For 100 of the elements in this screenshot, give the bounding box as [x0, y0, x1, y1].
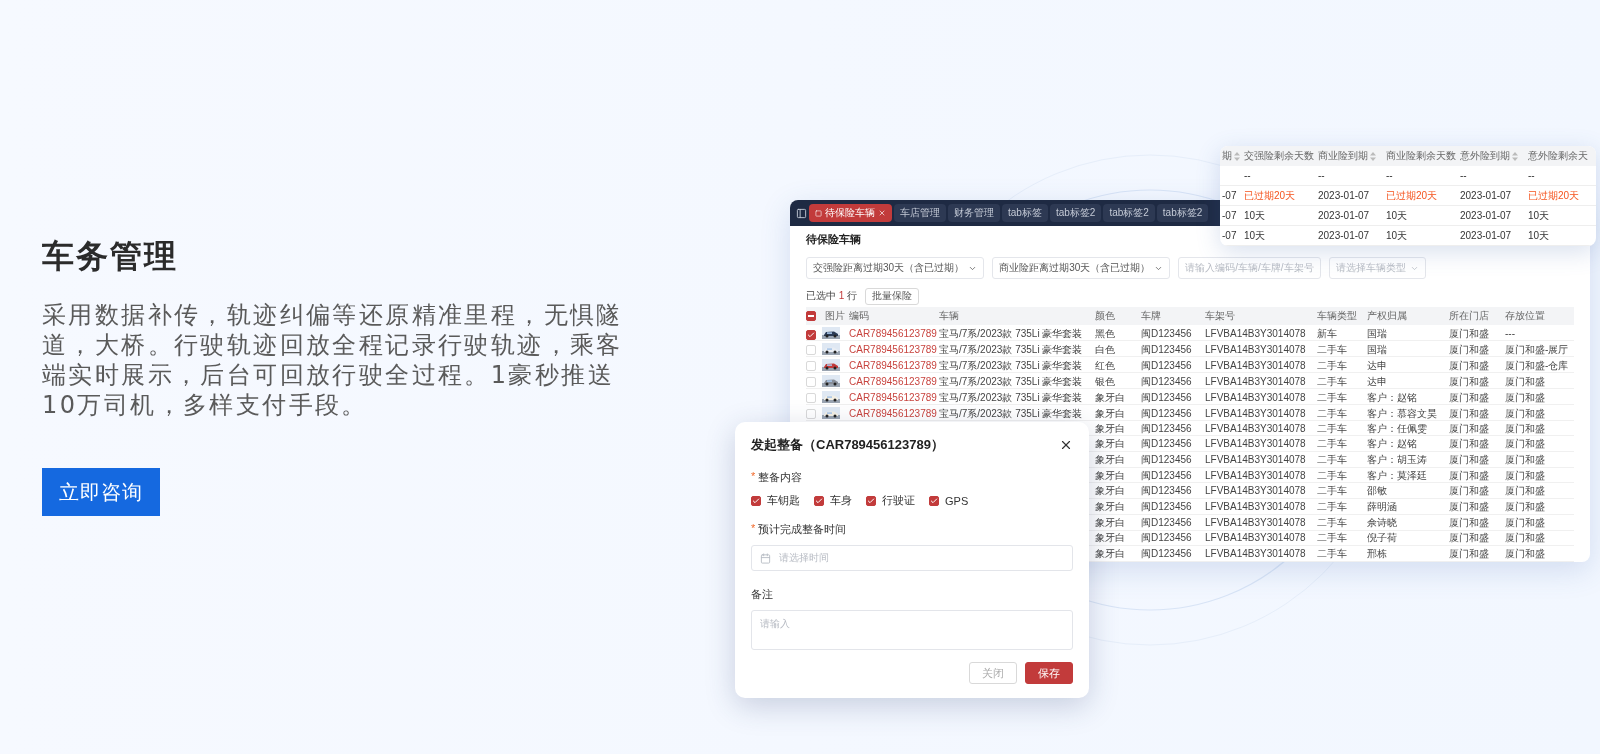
column-header: 交强险剩余天数 [1243, 149, 1315, 163]
table-cell-text: 闽D123456 [1140, 452, 1193, 466]
sort-icon[interactable] [1234, 151, 1240, 161]
table-cell-text: 厦门和盛 [1504, 421, 1546, 435]
table-cell-text: 象牙白 [1094, 500, 1126, 513]
tab[interactable]: 车店管理 [894, 204, 946, 222]
table-cell-text: 厦门和盛 [1448, 327, 1490, 341]
select-all-checkbox[interactable] [806, 310, 816, 321]
checkbox[interactable] [866, 495, 876, 506]
table-cell-text: 象牙白 [1094, 531, 1126, 545]
tab[interactable]: tab标签2 [1103, 204, 1155, 222]
column-header: 期 [1220, 149, 1242, 163]
table-cell-text: 象牙白 [1094, 437, 1126, 451]
checkbox-option[interactable]: 行驶证 [866, 493, 915, 508]
tab[interactable]: 待保险车辆 [809, 204, 892, 222]
table-cell-text: 10天 [1243, 228, 1267, 243]
table-cell-text: 二手车 [1316, 421, 1348, 435]
table-cell-text: 邵敏 [1366, 484, 1388, 498]
close-icon[interactable] [1059, 438, 1073, 452]
column-header: 意外险剩余天 [1527, 149, 1589, 163]
table-cell-text: 白色 [1094, 343, 1116, 357]
table-cell-text: 厦门和盛 [1448, 421, 1490, 435]
tab[interactable]: 财务管理 [948, 204, 1000, 222]
table-cell-text: 厦门和盛 [1448, 437, 1490, 451]
table-cell-text: 二手车 [1316, 500, 1348, 513]
table-cell-text: 客户：莫泽廷 [1366, 468, 1428, 482]
table-cell-text: LFVBA14B3Y3014078 [1204, 515, 1307, 529]
table-cell-text: 闽D123456 [1140, 437, 1193, 451]
table-cell-text: 象牙白 [1094, 452, 1126, 466]
tab[interactable]: tab标签 [1002, 204, 1048, 222]
hero-description: 采用数据补传，轨迹纠偏等还原精准里程，无惧隧道，大桥。行驶轨迹回放全程记录行驶轨迹，乘客端实时展示，后台可回放行驶全过程。1豪秒推送10万司机，多样支付手段。 [42, 300, 624, 420]
table-cell-text: 厦门和盛 [1504, 407, 1546, 421]
checkbox-option[interactable]: GPS [929, 493, 969, 508]
table-cell-text: 闽D123456 [1140, 515, 1193, 529]
menu-icon[interactable] [796, 207, 807, 219]
table-cell-text: 宝马/7系/2023款 735Li 豪华套装 [938, 343, 1084, 357]
table-cell-text: -- [1385, 170, 1394, 181]
checkbox-option[interactable]: 车身 [814, 493, 852, 508]
table-cell-text: 国瑞 [1366, 343, 1388, 357]
sort-icon[interactable] [1512, 151, 1518, 161]
table-cell-text: 厦门和盛 [1504, 515, 1546, 529]
table-cell-text: 厦门和盛 [1448, 452, 1490, 466]
table-cell-text: LFVBA14B3Y3014078 [1204, 452, 1307, 466]
column-header: 车牌 [1140, 308, 1162, 323]
table-cell-text: 二手车 [1316, 375, 1348, 389]
table-cell-text: 新车 [1316, 327, 1338, 341]
checkbox[interactable] [751, 495, 761, 506]
table-cell-text: LFVBA14B3Y3014078 [1204, 437, 1307, 451]
sort-icon[interactable] [1370, 151, 1376, 161]
table-cell-text: 厦门和盛 [1448, 391, 1490, 405]
table-cell-text: 厦门和盛 [1504, 547, 1546, 561]
row-checkbox[interactable] [806, 329, 816, 340]
table-cell-text: 二手车 [1316, 452, 1348, 466]
select-field[interactable]: 商业险距离过期30天（含已过期） [992, 257, 1171, 280]
table-cell-text: 邢栋 [1366, 547, 1388, 561]
table-cell-text: 闽D123456 [1140, 359, 1193, 373]
checkbox[interactable] [929, 495, 939, 506]
table-cell-text: 倪子荷 [1366, 531, 1398, 545]
table-cell-text: 二手车 [1316, 343, 1348, 357]
table-cell-text: 厦门和盛 [1448, 375, 1490, 389]
table-cell-text: 厦门和盛 [1448, 407, 1490, 421]
table-cell-text: 2023-01-07 [1317, 190, 1371, 201]
checkbox-option[interactable]: 车钥匙 [751, 493, 800, 508]
table-cell-text: LFVBA14B3Y3014078 [1204, 359, 1307, 373]
table-cell-text: 厦门和盛 [1504, 452, 1546, 466]
table-cell-text: --- [1504, 327, 1516, 341]
table-cell-text: -- [1243, 170, 1252, 181]
save-button[interactable]: 保存 [1025, 662, 1073, 684]
table-cell-text: CAR789456123789 [848, 343, 936, 357]
table-cell-text: 厦门和盛 [1448, 500, 1490, 513]
table-cell-text: 已过期20天 [1385, 188, 1439, 203]
table-cell-text: 宝马/7系/2023款 735Li 豪华套装 [938, 407, 1084, 421]
table-cell-text: CAR789456123789 [848, 391, 936, 405]
table-cell-text: 闽D123456 [1140, 375, 1193, 389]
tab[interactable]: tab标签2 [1049, 204, 1102, 222]
table-cell-text: 2023-01-07 [1459, 210, 1513, 221]
table-cell-text: LFVBA14B3Y3014078 [1204, 375, 1307, 389]
select-field[interactable]: 交强险距离过期30天（含已过期） [806, 257, 985, 280]
table-cell-text: 厦门和盛 [1504, 468, 1546, 482]
table-cell-text: -- [1527, 170, 1536, 181]
table-cell-text: 宝马/7系/2023款 735Li 豪华套装 [938, 391, 1084, 405]
table-cell-text: 厦门和盛-仓库 [1504, 359, 1570, 373]
consult-button[interactable]: 立即咨询 [42, 468, 160, 516]
checkbox[interactable] [814, 495, 824, 506]
table-cell-text: LFVBA14B3Y3014078 [1204, 343, 1307, 357]
tab[interactable]: tab标签2 [1156, 204, 1209, 222]
table-cell-text: 宝马/7系/2023款 735Li 豪华套装 [938, 359, 1084, 373]
table-cell-text: LFVBA14B3Y3014078 [1204, 500, 1307, 513]
table-cell-text: 二手车 [1316, 515, 1348, 529]
table-cell-text: 客户：胡玉涛 [1366, 452, 1428, 466]
table-cell-text: 客户：赵铭 [1366, 391, 1418, 405]
table-cell-text: 象牙白 [1094, 468, 1126, 482]
batch-insure-button[interactable]: 批量保险 [865, 287, 920, 305]
table-cell-text: LFVBA14B3Y3014078 [1204, 407, 1307, 421]
field-label: * 整备内容 [751, 470, 804, 485]
table-cell-text: CAR789456123789 [848, 375, 936, 389]
table-cell-text: LFVBA14B3Y3014078 [1204, 327, 1307, 341]
table-cell-text: 厦门和盛 [1504, 484, 1546, 498]
dialog-title: 发起整备（CAR789456123789） [751, 436, 944, 454]
table-cell-text: 国瑞 [1366, 327, 1388, 341]
